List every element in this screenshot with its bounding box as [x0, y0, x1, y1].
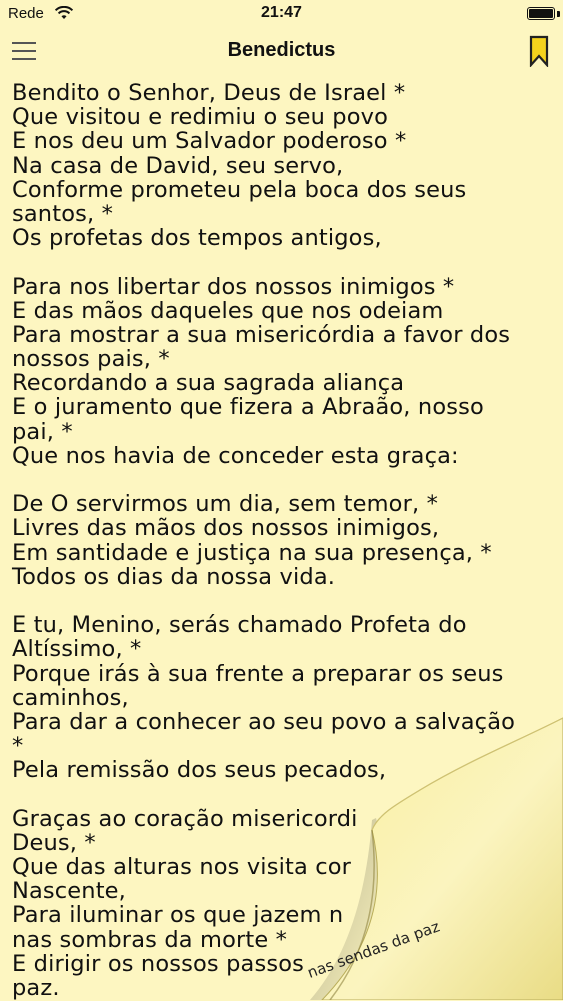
text-line: nossos pais, *	[12, 346, 170, 373]
text-line: santos, *	[12, 200, 113, 227]
text-line: Deus, *	[12, 829, 96, 856]
text-line: Para iluminar os que jazem n	[12, 902, 344, 929]
text-line: E dirigir os nossos passos	[12, 950, 304, 977]
text-line: Para nos libertar dos nossos inimigos *	[12, 273, 455, 300]
text-line: E nos deu um Salvador poderoso *	[12, 128, 407, 155]
text-line: E o juramento que fizera a Abraão, nosso	[12, 394, 484, 421]
text-line: Os profetas dos tempos antigos,	[12, 225, 382, 252]
text-line: Nascente,	[12, 878, 126, 905]
bookmark-icon[interactable]	[529, 35, 549, 67]
text-line: pai, *	[12, 418, 73, 445]
text-line: Recordando a sua sagrada aliança	[12, 370, 405, 397]
text-line: nas sombras da morte *	[12, 926, 288, 953]
text-line: Em santidade e justiça na sua presença, …	[12, 539, 492, 566]
text-line: Altíssimo, *	[12, 636, 142, 663]
text-line: Para dar a conhecer ao seu povo a salvaç…	[12, 708, 516, 735]
text-line: Bendito o Senhor, Deus de Israel *	[12, 80, 406, 106]
text-line	[12, 589, 557, 613]
battery-tip	[557, 11, 560, 17]
text-line: Porque irás à sua frente a preparar os s…	[12, 660, 504, 687]
text-line: Graças ao coração misericordi	[12, 805, 358, 832]
text-line: Conforme prometeu pela boca dos seus	[12, 176, 467, 203]
text-line	[12, 782, 557, 806]
text-line: Na casa de David, seu servo,	[12, 152, 344, 179]
prayer-text: Bendito o Senhor, Deus de Israel * Que vi…	[12, 81, 557, 1000]
text-line	[12, 250, 557, 274]
text-line: caminhos,	[12, 684, 129, 711]
text-line: *	[12, 733, 24, 760]
text-line: Que das alturas nos visita cor	[12, 854, 352, 880]
text-line: paz.	[12, 974, 60, 1001]
text-line: E tu, Menino, serás chamado Profeta do	[12, 612, 467, 639]
text-line: Livres das mãos dos nossos inimigos,	[12, 515, 440, 542]
status-bar: Rede 21:47	[0, 0, 563, 30]
nav-bar: Benedictus	[0, 30, 563, 74]
text-line: De O servirmos um dia, sem temor, *	[12, 491, 438, 518]
clock: 21:47	[261, 4, 302, 21]
text-line: Para mostrar a sua misericórdia a favor …	[12, 321, 511, 348]
text-line: Que nos havia de conceder esta graça:	[12, 442, 459, 469]
text-line: Pela remissão dos seus pecados,	[12, 757, 387, 784]
text-line: Todos os dias da nossa vida.	[12, 563, 336, 590]
text-line	[12, 468, 557, 492]
text-line: Que visitou e redimiu o seu povo	[12, 104, 389, 131]
page-title: Benedictus	[227, 39, 336, 61]
text-line: E das mãos daqueles que nos odeiam	[12, 297, 444, 324]
battery-icon	[527, 7, 555, 20]
